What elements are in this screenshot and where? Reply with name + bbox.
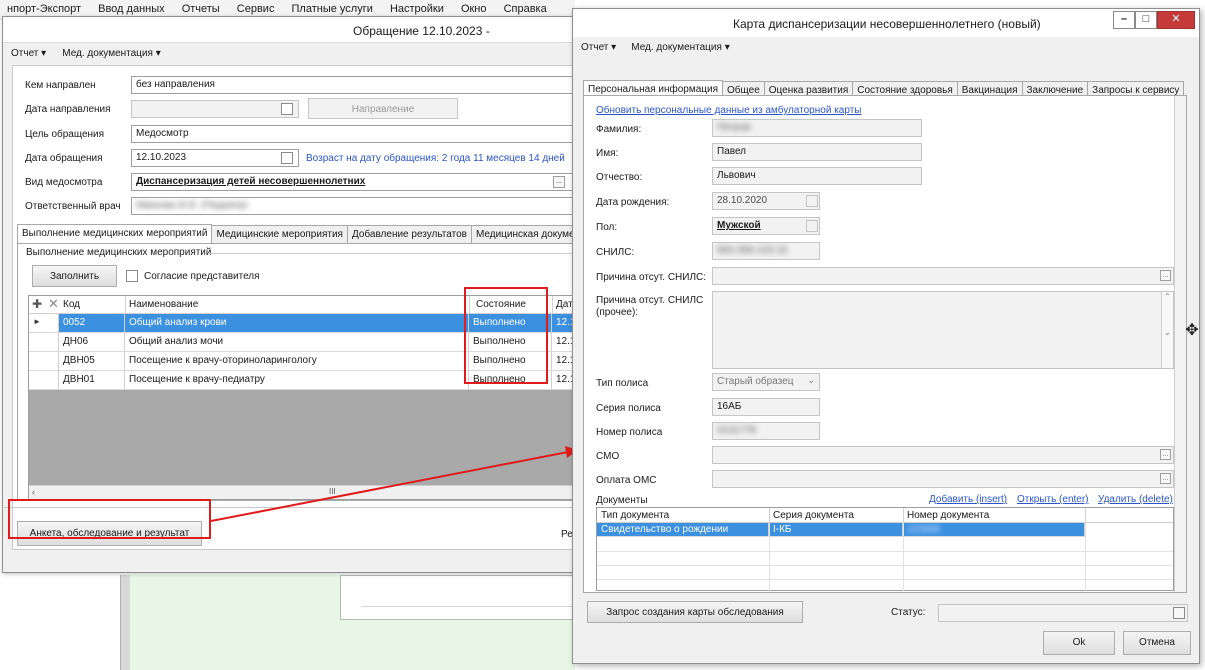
doc-col-type[interactable]: Тип документа	[601, 510, 669, 521]
otchestvo-field[interactable]: Львович	[712, 167, 922, 185]
prichina-prochee-textarea[interactable]: ⌃ ⌄	[712, 291, 1174, 369]
add-document-link[interactable]: Добавить (insert)	[929, 494, 1007, 505]
karta-window: Карта диспансеризации несовершеннолетнег…	[572, 8, 1200, 664]
otchestvo-label: Отчество:	[596, 172, 643, 183]
ok-button[interactable]: Ok	[1043, 631, 1115, 655]
personal-info-page: Обновить персональные данные из амбулато…	[583, 95, 1187, 593]
smo-label: СМО	[596, 451, 620, 462]
delete-document-link[interactable]: Удалить (delete)	[1098, 494, 1173, 505]
smo-ellipsis-button[interactable]: ...	[1160, 449, 1171, 460]
documents-header: Тип документа Серия документа Номер доку…	[597, 508, 1173, 523]
prichina-ellipsis-button[interactable]: ...	[1160, 270, 1171, 281]
dr-field[interactable]: 28.10.2020	[712, 192, 820, 210]
open-document-link[interactable]: Открыть (enter)	[1017, 494, 1089, 505]
move-cursor-icon: ✥	[1185, 322, 1199, 339]
oplata-label: Оплата ОМС	[596, 475, 657, 486]
karta-menubar: Отчет ▾ Мед. документация ▾	[573, 39, 1199, 57]
close-icon[interactable]: ✕	[1157, 11, 1195, 29]
tip-polisa-label: Тип полиса	[596, 378, 649, 389]
prichina-field[interactable]: ...	[712, 267, 1174, 285]
prichina-prochee-label: Причина отсут. СНИЛС (прочее):	[596, 295, 704, 318]
prichina-label: Причина отсут. СНИЛС:	[596, 272, 707, 283]
seriya-label: Серия полиса	[596, 403, 661, 414]
oplata-ellipsis-button[interactable]: ...	[1160, 473, 1171, 484]
cancel-button[interactable]: Отмена	[1123, 631, 1191, 655]
nomer-label: Номер полиса	[596, 427, 663, 438]
tip-polisa-select[interactable]: Старый образец ⌄	[712, 373, 820, 391]
karta-menu-report[interactable]: Отчет ▾	[573, 39, 620, 53]
doc-type: Свидетельство о рождении	[597, 523, 769, 536]
document-row[interactable]: Свидетельство о рождении I-КБ 123456	[597, 523, 1085, 537]
imya-field[interactable]: Павел	[712, 143, 922, 161]
karta-title: Карта диспансеризации несовершеннолетнег…	[733, 17, 1041, 31]
nomer-field[interactable]: 0131778	[712, 422, 820, 440]
status-dropdown[interactable]	[1173, 607, 1185, 619]
familiya-field[interactable]: Петров	[712, 119, 922, 137]
page-v-scrollbar[interactable]	[1174, 96, 1186, 592]
karta-titlebar[interactable]: Карта диспансеризации несовершеннолетнег…	[573, 9, 1199, 37]
dr-checkbox[interactable]	[806, 195, 818, 207]
documents-label: Документы	[596, 495, 648, 506]
status-label: Статус:	[891, 607, 926, 618]
oplata-field[interactable]: ...	[712, 470, 1174, 488]
minimize-icon[interactable]: –	[1113, 11, 1135, 29]
snils-label: СНИЛС:	[596, 247, 635, 258]
pol-dropdown[interactable]	[806, 220, 818, 232]
familiya-label: Фамилия:	[596, 124, 642, 135]
pol-field[interactable]: Мужской	[712, 217, 820, 235]
request-card-button[interactable]: Запрос создания карты обследования	[587, 601, 803, 623]
doc-col-series[interactable]: Серия документа	[773, 510, 854, 521]
chevron-down-icon: ⌄	[807, 375, 815, 385]
karta-menu-med-docs[interactable]: Мед. документация ▾	[623, 39, 733, 53]
doc-series: I-КБ	[769, 523, 903, 536]
maximize-icon[interactable]: □	[1135, 11, 1157, 29]
imya-label: Имя:	[596, 148, 619, 159]
doc-number: 123456	[903, 523, 1085, 536]
status-field[interactable]	[938, 604, 1188, 622]
textarea-scrollbar[interactable]: ⌃ ⌄	[1161, 292, 1173, 368]
pol-label: Пол:	[596, 222, 618, 233]
dr-label: Дата рождения:	[596, 197, 670, 208]
snils-field[interactable]: 592-356-123 22	[712, 242, 820, 260]
documents-grid: Тип документа Серия документа Номер доку…	[596, 507, 1174, 591]
update-personal-data-link[interactable]: Обновить персональные данные из амбулато…	[596, 105, 861, 116]
doc-col-number[interactable]: Номер документа	[907, 510, 989, 521]
smo-field[interactable]: ...	[712, 446, 1174, 464]
seriya-field[interactable]: 16АБ	[712, 398, 820, 416]
